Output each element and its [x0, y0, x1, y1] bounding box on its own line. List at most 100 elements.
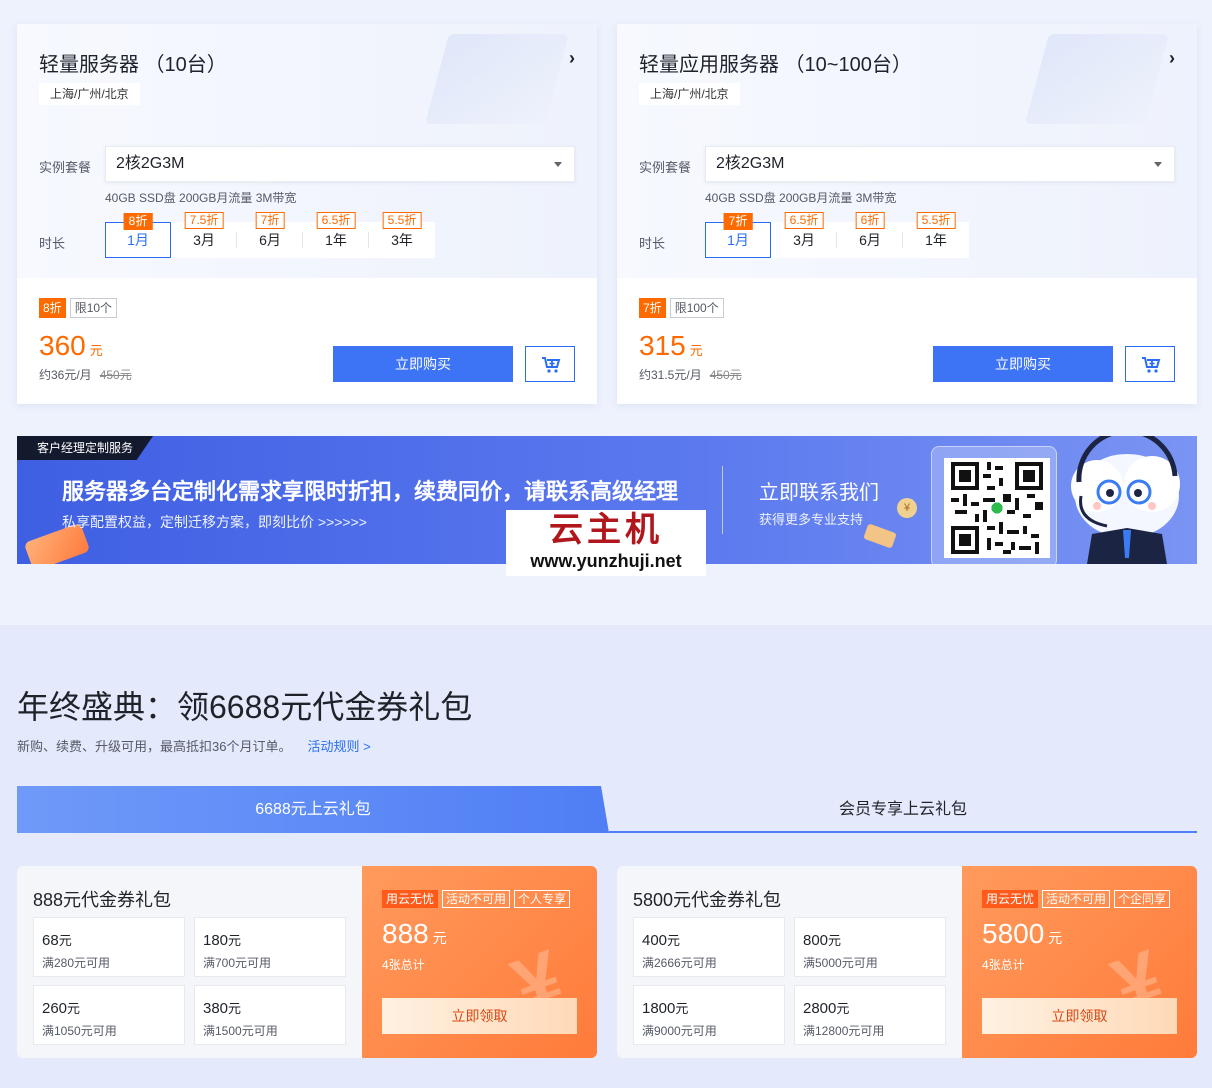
discount-tag: 5.5折	[382, 212, 422, 229]
coupon-amount-unit: 元	[228, 933, 242, 948]
caret-down-icon	[1154, 162, 1162, 167]
coupon-amount-unit: 元	[67, 1001, 81, 1016]
package-label: 实例套餐	[639, 160, 692, 175]
duration-option-label: 6月	[259, 232, 281, 248]
limit-badge: 限10个	[69, 298, 118, 318]
pack-total-unit: 元	[432, 930, 447, 946]
coupon-pack-5800: 5800元代金券礼包 400元 满2666元可用 800元 满5000元可用 1…	[617, 866, 1197, 1058]
pack-tags: 用云无忧 活动不可用 个企同享	[982, 890, 1171, 908]
add-cart-icon	[542, 357, 561, 373]
pack-tag: 用云无忧	[382, 890, 439, 908]
watermark-url: www.yunzhuji.net	[530, 551, 682, 571]
coupon-amount: 380元	[203, 998, 241, 1017]
card-title: 轻量服务器 （10台）	[39, 54, 227, 76]
coupon-amount-value: 68	[42, 932, 59, 949]
card-decoration	[424, 34, 570, 124]
claim-button[interactable]: 立即领取	[382, 998, 577, 1034]
coupon-amount-value: 1800	[642, 1000, 676, 1017]
yen-coin-icon: ¥	[897, 498, 917, 518]
cloud-mascot-illustration	[1071, 436, 1180, 564]
coupon-card: 380元 满1500元可用	[194, 985, 346, 1045]
tab-member-pack[interactable]: 会员专享上云礼包	[609, 786, 1197, 833]
chevron-right-icon[interactable]: ›	[1169, 48, 1175, 69]
duration-option-3m[interactable]: 7.5折 3月	[171, 212, 237, 258]
contact-us-link[interactable]: 立即联系我们	[759, 476, 879, 505]
price: 360 元	[39, 330, 103, 362]
coupon-amount-unit: 元	[828, 933, 842, 948]
package-select[interactable]: 2核2G3M	[105, 146, 575, 182]
coupon-card: 800元 满5000元可用	[794, 917, 946, 977]
monthly-price: 约31.5元/月	[639, 368, 702, 382]
price-badges: 7折 限100个	[639, 298, 724, 318]
pack-total: 888 元	[382, 918, 447, 950]
duration-label: 时长	[39, 236, 66, 251]
banner-subline[interactable]: 私享配置权益，定制迁移方案，即刻比价 >>>>>>	[62, 512, 367, 532]
pack-tag: 活动不可用	[442, 890, 511, 908]
gift-pack-tabs: 6688元上云礼包 会员专享上云礼包	[17, 786, 1197, 833]
card-decoration	[1024, 34, 1170, 124]
claim-button[interactable]: 立即领取	[982, 998, 1177, 1034]
pack-total-value: 888	[382, 918, 429, 949]
coupon-condition: 满9000元可用	[642, 1024, 717, 1038]
pack-tags: 用云无忧 活动不可用 个人专享	[382, 890, 571, 908]
chevron-right-icon[interactable]: ›	[569, 48, 575, 69]
coupon-amount: 400元	[642, 930, 680, 949]
duration-option-6m[interactable]: 7折 6月	[237, 212, 303, 258]
add-to-cart-button[interactable]	[525, 346, 575, 382]
site-watermark: 云主机 www.yunzhuji.net	[506, 510, 706, 576]
duration-option-1m[interactable]: 7折 1月	[705, 213, 771, 258]
product-card-lightweight-server: 轻量服务器 （10台） › 上海/广州/北京 实例套餐 2核2G3M 40GB …	[17, 24, 597, 404]
pack-tag: 个人专享	[514, 890, 571, 908]
duration-option-label: 3月	[193, 232, 215, 248]
coupon-amount: 2800元	[803, 998, 849, 1017]
coupon-amount-unit: 元	[228, 1001, 242, 1016]
coupon-amount-unit: 元	[836, 1001, 850, 1016]
pack-title: 5800元代金券礼包	[633, 890, 782, 910]
duration-option-1m[interactable]: 8折 1月	[105, 213, 171, 258]
pack-title: 888元代金券礼包	[33, 890, 172, 910]
coupon-amount: 260元	[42, 998, 80, 1017]
discount-tag: 7折	[723, 213, 753, 230]
original-price: 450元	[709, 368, 742, 382]
coupon-amount-value: 260	[42, 1000, 68, 1017]
buy-now-button[interactable]: 立即购买	[933, 346, 1113, 382]
coupon-condition: 满1050元可用	[42, 1024, 117, 1038]
pack-total: 5800 元	[982, 918, 1062, 950]
coupon-card: 180元 满700元可用	[194, 917, 346, 977]
activity-rules-link[interactable]: 活动规则 >	[307, 739, 370, 754]
discount-tag: 7折	[255, 212, 285, 229]
coupon-card: 68元 满280元可用	[33, 917, 185, 977]
duration-option-6m[interactable]: 6折 6月	[837, 212, 903, 258]
duration-option-3m[interactable]: 6.5折 3月	[771, 212, 837, 258]
pack-tag: 活动不可用	[1042, 890, 1111, 908]
discount-tag: 8折	[123, 213, 153, 230]
tab-6688-pack[interactable]: 6688元上云礼包	[17, 786, 609, 833]
duration-option-1y[interactable]: 5.5折 1年	[903, 212, 969, 258]
spec-text: 40GB SSD盘 200GB月流量 3M带宽	[105, 191, 297, 205]
duration-option-3y[interactable]: 5.5折 3年	[369, 212, 435, 258]
package-select-value: 2核2G3M	[716, 155, 785, 172]
coupon-amount: 180元	[203, 930, 241, 949]
card-title: 轻量应用服务器 （10~100台）	[639, 54, 912, 76]
spec-text: 40GB SSD盘 200GB月流量 3M带宽	[705, 191, 897, 205]
original-price: 450元	[99, 368, 132, 382]
package-select-value: 2核2G3M	[116, 155, 185, 172]
discount-tag: 5.5折	[916, 212, 956, 229]
add-to-cart-button[interactable]	[1125, 346, 1175, 382]
package-select[interactable]: 2核2G3M	[705, 146, 1175, 182]
coupon-condition: 满5000元可用	[803, 956, 878, 970]
coupon-amount-value: 380	[203, 1000, 229, 1017]
duration-option-label: 3月	[793, 232, 815, 248]
duration-options: 8折 1月 7.5折 3月 7折 6月 6.5折 1年 5.5折 3年	[105, 212, 435, 258]
coupon-amount-unit: 元	[58, 933, 72, 948]
coupon-amount-unit: 元	[667, 933, 681, 948]
limit-badge: 限100个	[669, 298, 724, 318]
watermark-title: 云主机	[549, 511, 663, 549]
buy-now-button[interactable]: 立即购买	[333, 346, 513, 382]
duration-option-label: 1年	[325, 232, 347, 248]
coupon-condition: 满700元可用	[203, 956, 272, 970]
price-value: 360	[39, 330, 86, 361]
duration-option-1y[interactable]: 6.5折 1年	[303, 212, 369, 258]
section-subtitle: 新购、续费、升级可用，最高抵扣36个月订单。 活动规则 >	[17, 736, 371, 755]
pack-tag: 用云无忧	[982, 890, 1039, 908]
